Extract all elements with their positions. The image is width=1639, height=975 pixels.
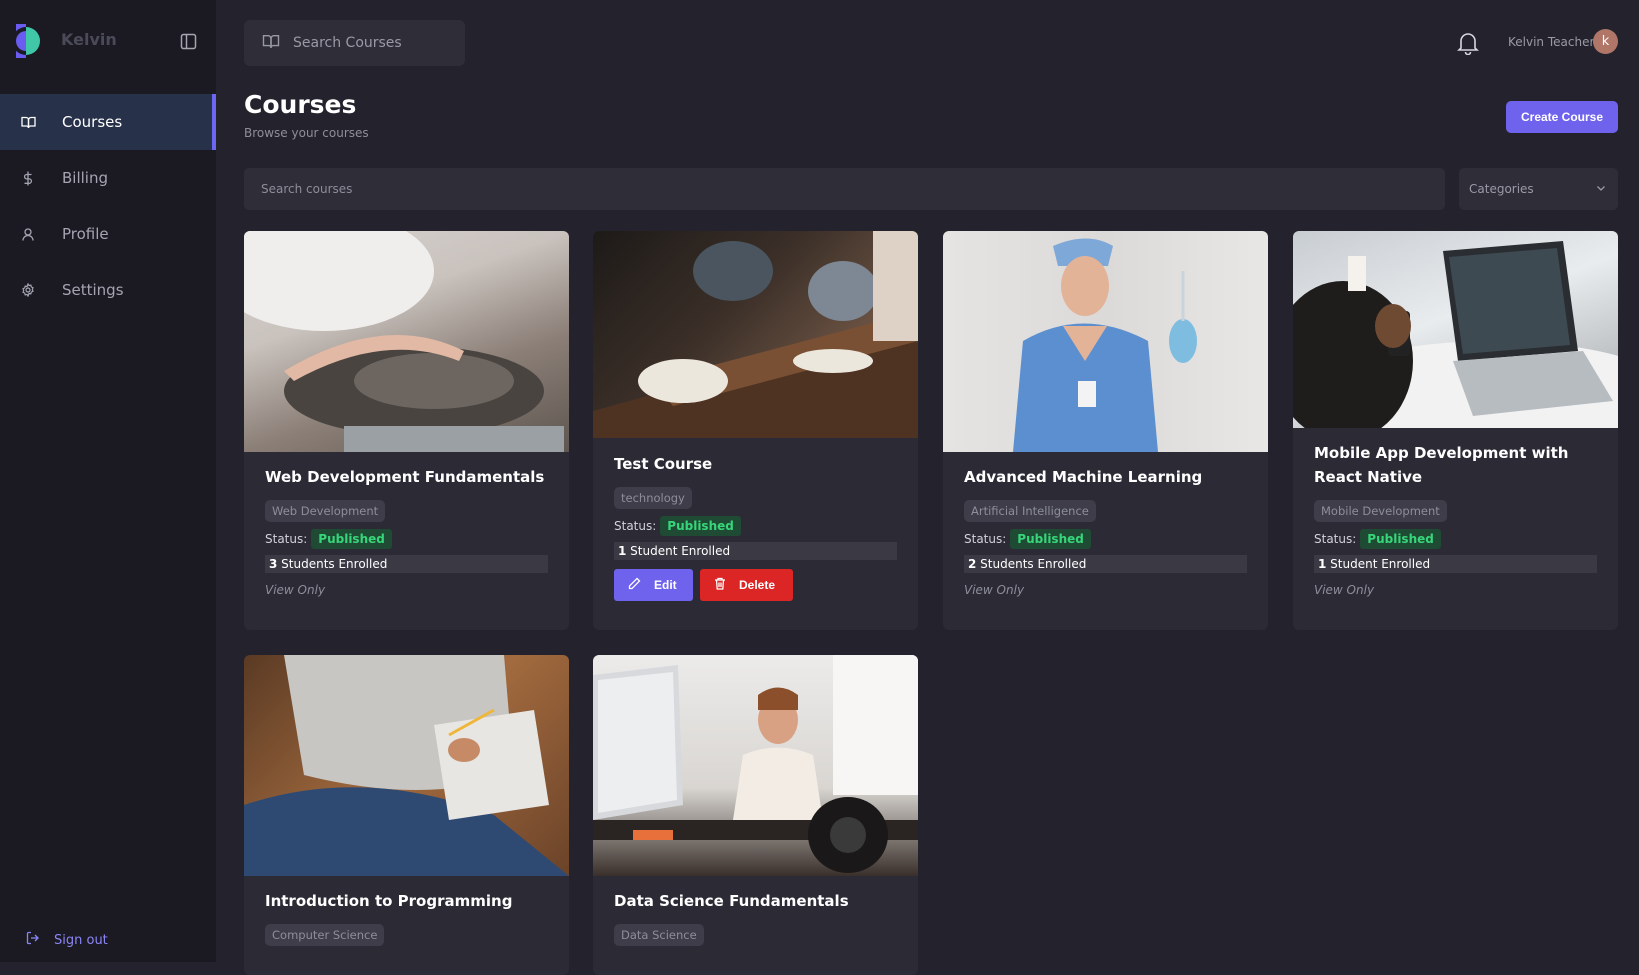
sign-out-label: Sign out	[54, 932, 108, 948]
book-icon	[20, 114, 36, 130]
status-label: Status:	[265, 532, 308, 546]
view-only-label: View Only	[1314, 583, 1375, 597]
course-card[interactable]: Test Course technology Status: Published…	[593, 231, 918, 630]
course-title[interactable]: Web Development Fundamentals	[265, 465, 548, 489]
course-search-button[interactable]: Search Courses	[244, 20, 465, 66]
enrollment-count: 1 Student Enrolled	[614, 542, 897, 560]
user-icon	[20, 226, 36, 242]
category-badge: Web Development	[265, 500, 386, 522]
sidebar-item-settings[interactable]: Settings	[0, 262, 216, 318]
trash-icon	[714, 577, 726, 593]
sidebar-item-label: Billing	[62, 169, 108, 187]
sign-out-link[interactable]: Sign out	[26, 931, 108, 949]
sidebar-toggle-icon[interactable]	[180, 33, 197, 50]
enrollment-count: 3 Students Enrolled	[265, 555, 548, 573]
enrollment-text: Student Enrolled	[1326, 557, 1431, 571]
course-image	[943, 231, 1268, 452]
course-title[interactable]: Mobile App Development with React Native	[1314, 441, 1597, 489]
course-card[interactable]: Data Science Fundamentals Data Science	[593, 655, 918, 975]
course-image	[593, 231, 918, 438]
category-badge: Artificial Intelligence	[964, 500, 1096, 522]
delete-label: Delete	[739, 578, 776, 592]
category-badge: Mobile Development	[1314, 500, 1447, 522]
category-badge: Computer Science	[265, 924, 385, 946]
kelvin-logo-icon	[12, 24, 44, 58]
category-badge: Data Science	[614, 924, 704, 946]
course-card[interactable]: Web Development Fundamentals Web Develop…	[244, 231, 569, 630]
create-course-button[interactable]: Create Course	[1506, 101, 1618, 133]
brand-name: Kelvin	[61, 30, 117, 49]
course-card[interactable]: Advanced Machine Learning Artificial Int…	[943, 231, 1268, 630]
category-badge: technology	[614, 487, 692, 509]
enrollment-number: 3	[269, 557, 278, 571]
course-card[interactable]: Introduction to Programming Computer Sci…	[244, 655, 569, 975]
sidebar-nav: Courses Billing Profile Settings	[0, 94, 216, 318]
course-title[interactable]: Advanced Machine Learning	[964, 465, 1247, 489]
enrollment-number: 1	[618, 544, 627, 558]
search-input[interactable]	[244, 168, 1445, 210]
status-label: Status:	[964, 532, 1007, 546]
course-image	[1293, 231, 1618, 428]
edit-button[interactable]: Edit	[614, 569, 693, 601]
enrollment-number: 1	[1318, 557, 1327, 571]
status-label: Status:	[614, 519, 657, 533]
pencil-icon	[628, 577, 641, 593]
course-image	[244, 231, 569, 452]
enrollment-count: 1 Student Enrolled	[1314, 555, 1597, 573]
user-name[interactable]: Kelvin Teacher	[1508, 35, 1594, 49]
search-courses-label: Search Courses	[293, 35, 402, 51]
sign-out-icon	[26, 931, 40, 949]
view-only-label: View Only	[265, 583, 326, 597]
brand[interactable]: Kelvin	[12, 24, 117, 58]
status-badge: Published	[311, 529, 392, 549]
page-title: Courses	[244, 90, 357, 119]
sidebar-item-label: Profile	[62, 225, 109, 243]
course-title[interactable]: Introduction to Programming	[265, 889, 548, 913]
enrollment-number: 2	[968, 557, 977, 571]
sidebar: Kelvin Courses Billing Profile Settings …	[0, 0, 216, 962]
chevron-down-icon	[1596, 182, 1606, 196]
status-badge: Published	[660, 516, 741, 536]
avatar[interactable]: k	[1593, 29, 1618, 54]
course-image	[593, 655, 918, 876]
course-image	[244, 655, 569, 876]
status-badge: Published	[1010, 529, 1091, 549]
sidebar-item-billing[interactable]: Billing	[0, 150, 216, 206]
sidebar-item-label: Courses	[62, 113, 123, 131]
categories-select[interactable]: Categories	[1459, 168, 1618, 210]
sidebar-item-profile[interactable]: Profile	[0, 206, 216, 262]
enrollment-text: Students Enrolled	[976, 557, 1087, 571]
bell-icon[interactable]	[1457, 31, 1479, 59]
course-title[interactable]: Test Course	[614, 452, 897, 476]
course-title[interactable]: Data Science Fundamentals	[614, 889, 897, 913]
view-only-label: View Only	[964, 583, 1025, 597]
dollar-icon	[20, 170, 36, 186]
categories-label: Categories	[1469, 182, 1534, 196]
sidebar-item-label: Settings	[62, 281, 124, 299]
book-icon	[262, 34, 280, 53]
enrollment-text: Student Enrolled	[626, 544, 731, 558]
enrollment-text: Students Enrolled	[277, 557, 388, 571]
delete-button[interactable]: Delete	[700, 569, 793, 601]
sidebar-item-courses[interactable]: Courses	[0, 94, 216, 150]
course-card[interactable]: Mobile App Development with React Native…	[1293, 231, 1618, 630]
gear-icon	[20, 282, 36, 298]
status-badge: Published	[1360, 529, 1441, 549]
enrollment-count: 2 Students Enrolled	[964, 555, 1247, 573]
status-label: Status:	[1314, 532, 1357, 546]
page-subtitle: Browse your courses	[244, 126, 369, 140]
edit-label: Edit	[654, 578, 677, 592]
